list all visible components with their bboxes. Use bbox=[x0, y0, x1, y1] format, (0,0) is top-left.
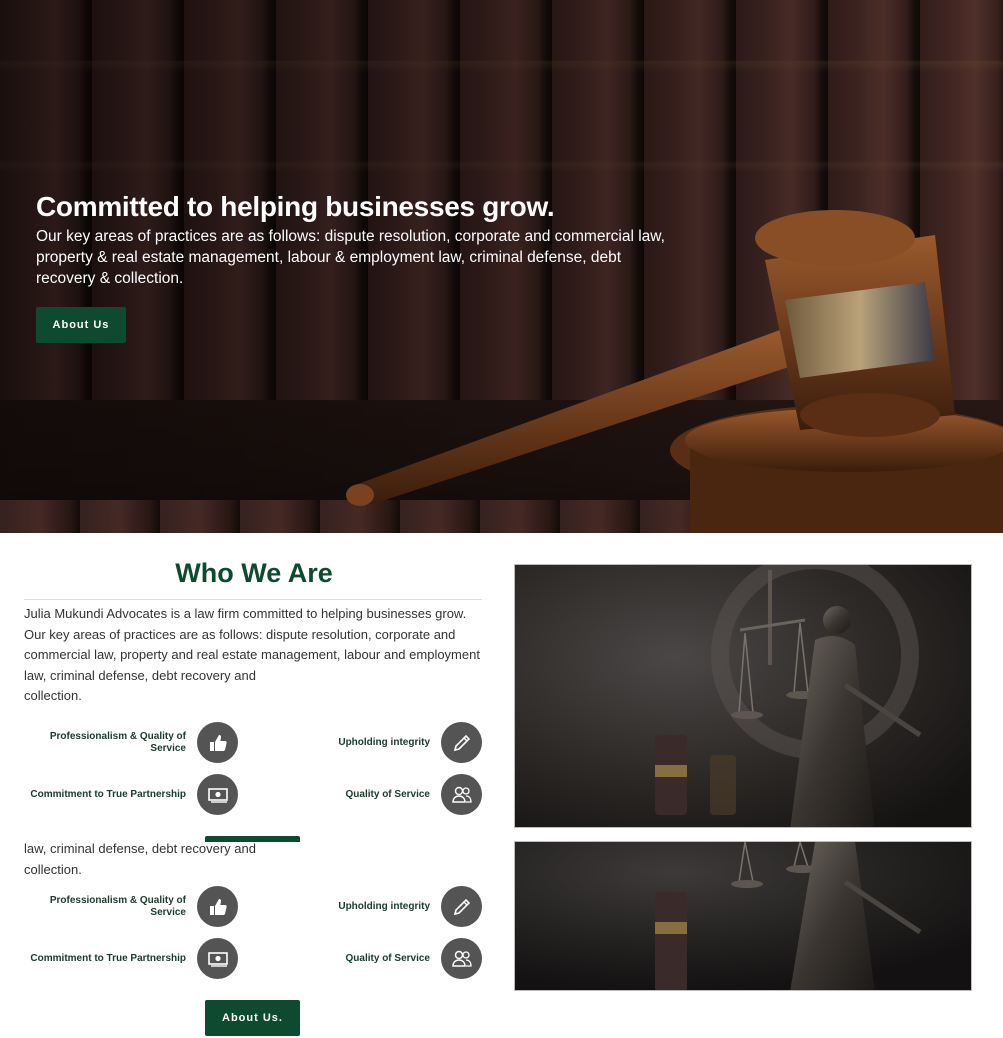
who-paragraph-repeat: law, criminal defense, debt recovery and… bbox=[24, 839, 484, 880]
who-paragraph-text: Julia Mukundi Advocates is a law firm co… bbox=[24, 606, 480, 683]
lady-justice-image-repeat bbox=[514, 841, 972, 991]
money-icon bbox=[197, 774, 238, 815]
users-icon bbox=[441, 938, 482, 979]
lady-justice-statue-image bbox=[515, 565, 971, 827]
feature-label: Commitment to True Partnership bbox=[30, 789, 186, 800]
lady-justice-statue-image bbox=[515, 842, 971, 990]
who-paragraph: Julia Mukundi Advocates is a law firm co… bbox=[24, 604, 484, 707]
feature-label: Quality of Service bbox=[345, 953, 430, 964]
feature-label: Commitment to True Partnership bbox=[30, 953, 186, 964]
feature-label: Quality of Service bbox=[345, 789, 430, 800]
feature-quality: Quality of Service bbox=[264, 774, 482, 816]
hero-banner: Committed to helping businesses grow. Ou… bbox=[0, 0, 1003, 533]
feature-label: Professionalism & Quality of Service bbox=[49, 895, 186, 918]
hero-content: Committed to helping businesses grow. Ou… bbox=[36, 190, 676, 343]
lady-justice-image bbox=[514, 564, 972, 828]
feature-quality: Quality of Service bbox=[264, 938, 482, 980]
about-us-button-bottom[interactable]: About Us. bbox=[205, 1000, 300, 1036]
feature-professionalism: Professionalism & Quality of Service bbox=[24, 722, 238, 764]
thumbs-up-icon bbox=[197, 886, 238, 927]
divider bbox=[24, 599, 482, 600]
about-us-button[interactable]: About Us bbox=[36, 307, 126, 343]
feature-partnership: Commitment to True Partnership bbox=[24, 938, 238, 980]
pencil-icon bbox=[441, 722, 482, 763]
who-we-are-section: Who We Are Julia Mukundi Advocates is a … bbox=[24, 558, 484, 707]
pencil-icon bbox=[441, 886, 482, 927]
features-grid: Professionalism & Quality of Service Com… bbox=[24, 722, 484, 828]
feature-integrity: Upholding integrity bbox=[264, 886, 482, 928]
feature-label: Upholding integrity bbox=[338, 737, 430, 748]
who-paragraph-end: collection. bbox=[24, 688, 82, 703]
who-repeat-line1: law, criminal defense, debt recovery and bbox=[24, 841, 256, 856]
hero-title: Committed to helping businesses grow. bbox=[36, 191, 555, 222]
users-icon bbox=[441, 774, 482, 815]
thumbs-up-icon bbox=[197, 722, 238, 763]
who-repeat-line2: collection. bbox=[24, 861, 82, 877]
feature-label: Upholding integrity bbox=[338, 901, 430, 912]
feature-integrity: Upholding integrity bbox=[264, 722, 482, 764]
feature-partnership: Commitment to True Partnership bbox=[24, 774, 238, 816]
feature-label: Professionalism & Quality of Service bbox=[49, 731, 186, 754]
features-grid-repeat: Professionalism & Quality of Service Com… bbox=[24, 886, 484, 992]
hero-description: Our key areas of practices are as follow… bbox=[36, 228, 665, 287]
feature-professionalism: Professionalism & Quality of Service bbox=[24, 886, 238, 928]
money-icon bbox=[197, 938, 238, 979]
section-title: Who We Are bbox=[175, 558, 333, 588]
